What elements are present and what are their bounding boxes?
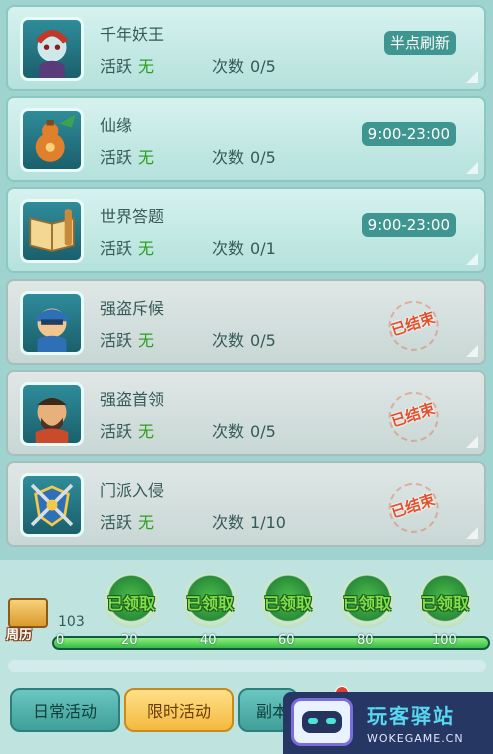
count-value: 0/5 bbox=[250, 57, 276, 76]
count-value: 0/5 bbox=[250, 148, 276, 167]
event-title: 门派入侵 bbox=[100, 481, 165, 500]
event-row-demon-king[interactable]: 千年妖王 活跃无 次数 0/5 半点刷新 bbox=[6, 5, 486, 91]
corner-decoration bbox=[466, 71, 478, 83]
bandit-scout-icon bbox=[20, 291, 84, 355]
count-value: 0/5 bbox=[250, 422, 276, 441]
tab-daily-activities[interactable]: 日常活动 bbox=[10, 688, 120, 732]
activity-progress-fill bbox=[54, 638, 488, 648]
active-label: 活跃无 bbox=[100, 513, 155, 532]
watermark-title: 玩客驿站 bbox=[367, 704, 455, 728]
active-value: 无 bbox=[138, 422, 155, 441]
bandit-leader-icon bbox=[20, 382, 84, 446]
time-window-badge: 9:00-23:00 bbox=[361, 213, 456, 237]
count-value: 0/5 bbox=[250, 331, 276, 350]
event-title: 世界答题 bbox=[100, 207, 165, 226]
milestone-tick: 100 bbox=[432, 633, 457, 648]
count-value: 1/10 bbox=[250, 513, 286, 532]
count-label: 次数 0/5 bbox=[212, 331, 276, 350]
ended-stamp: 已结束 bbox=[380, 479, 447, 533]
milestone-tick: 0 bbox=[56, 633, 65, 648]
count-label: 次数 0/5 bbox=[212, 148, 276, 167]
refresh-time-badge: 半点刷新 bbox=[383, 31, 456, 55]
event-row-fairy-fate[interactable]: 仙缘 活跃无 次数 0/5 9:00-23:00 bbox=[6, 96, 486, 182]
milestone-tick: 60 bbox=[278, 633, 295, 648]
corner-decoration bbox=[466, 345, 478, 357]
time-window-badge: 9:00-23:00 bbox=[361, 122, 456, 146]
claimed-label: 已领取 bbox=[106, 594, 155, 613]
count-label: 次数 1/10 bbox=[212, 513, 286, 532]
activity-progress-bar bbox=[52, 636, 490, 650]
watermark: 玩客驿站 WOKEGAME.CN bbox=[283, 692, 493, 754]
milestone-tick: 40 bbox=[200, 633, 217, 648]
count-label: 次数 0/5 bbox=[212, 57, 276, 76]
event-row-bandit-scout[interactable]: 强盗斥候 活跃无 次数 0/5 已结束 bbox=[6, 279, 486, 365]
active-label: 活跃无 bbox=[100, 422, 155, 441]
event-row-sect-invasion[interactable]: 门派入侵 活跃无 次数 1/10 已结束 bbox=[6, 461, 486, 547]
demon-king-icon bbox=[20, 17, 84, 81]
section-divider bbox=[8, 660, 486, 672]
active-value: 无 bbox=[138, 148, 155, 167]
claimed-label: 已领取 bbox=[185, 594, 234, 613]
event-title: 千年妖王 bbox=[100, 25, 165, 44]
active-label: 活跃无 bbox=[100, 148, 155, 167]
event-row-world-quiz[interactable]: 世界答题 活跃无 次数 0/1 9:00-23:00 bbox=[6, 187, 486, 273]
count-label: 次数 0/5 bbox=[212, 422, 276, 441]
activity-score: 103 bbox=[58, 614, 85, 630]
claimed-label: 已领取 bbox=[342, 594, 391, 613]
corner-decoration bbox=[466, 527, 478, 539]
event-row-bandit-leader[interactable]: 强盗首领 活跃无 次数 0/5 已结束 bbox=[6, 370, 486, 456]
ended-stamp: 已结束 bbox=[380, 297, 447, 351]
active-value: 无 bbox=[138, 57, 155, 76]
count-label: 次数 0/1 bbox=[212, 239, 276, 258]
active-value: 无 bbox=[138, 331, 155, 350]
event-title: 强盗首领 bbox=[100, 390, 165, 409]
tab-timed-activities[interactable]: 限时活动 bbox=[124, 688, 234, 732]
ended-stamp: 已结束 bbox=[380, 388, 447, 442]
corner-decoration bbox=[466, 436, 478, 448]
robot-logo-icon bbox=[291, 698, 353, 746]
weekly-calendar-button[interactable]: 周历 bbox=[6, 598, 50, 646]
count-value: 0/1 bbox=[250, 239, 276, 258]
active-value: 无 bbox=[138, 239, 155, 258]
active-label: 活跃无 bbox=[100, 239, 155, 258]
event-list-panel: 千年妖王 活跃无 次数 0/5 半点刷新 仙缘 活跃无 次数 0/5 9:00-23… bbox=[0, 0, 493, 560]
book-scroll-icon bbox=[20, 199, 84, 263]
active-value: 无 bbox=[138, 513, 155, 532]
corner-decoration bbox=[466, 162, 478, 174]
claimed-label: 已领取 bbox=[420, 594, 469, 613]
claimed-label: 已领取 bbox=[263, 594, 312, 613]
fairy-gourd-icon bbox=[20, 108, 84, 172]
crossed-swords-shield-icon bbox=[20, 473, 84, 537]
event-title: 强盗斥候 bbox=[100, 299, 165, 318]
active-label: 活跃无 bbox=[100, 57, 155, 76]
milestone-tick: 20 bbox=[121, 633, 138, 648]
calendar-label: 周历 bbox=[6, 628, 33, 643]
active-label: 活跃无 bbox=[100, 331, 155, 350]
milestone-tick: 80 bbox=[357, 633, 374, 648]
event-title: 仙缘 bbox=[100, 116, 133, 135]
watermark-url: WOKEGAME.CN bbox=[367, 732, 464, 745]
corner-decoration bbox=[466, 253, 478, 265]
